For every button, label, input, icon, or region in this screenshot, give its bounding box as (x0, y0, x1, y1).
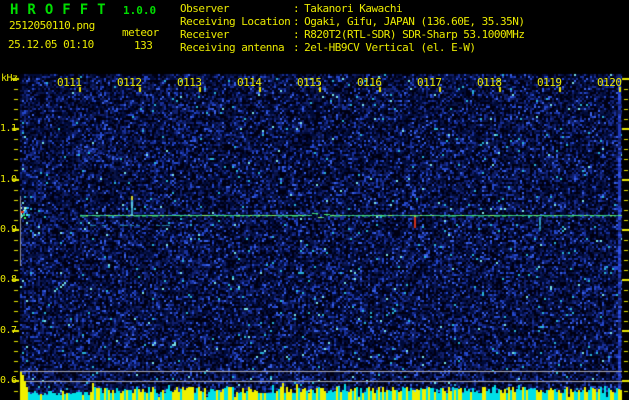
time-tick-label: 0117 (417, 76, 442, 89)
time-tick-label: 0114 (237, 76, 262, 89)
info-value: Takanori Kawachi (304, 2, 403, 15)
info-row: Receiving Location: Ogaki, Gifu, JAPAN (1… (180, 15, 525, 28)
time-tick-label: 0113 (177, 76, 202, 89)
info-row: Receiving antenna:2el-HB9CV Vertical (el… (180, 41, 525, 54)
info-label: Observer (180, 2, 229, 15)
freq-tick-label: 1.0 (0, 173, 17, 185)
info-label: Receiver (180, 28, 229, 41)
time-tick-label: 0115 (297, 76, 322, 89)
hrofft-output-screen: HROFFT 1.0.0 2512050110.png meteor 25.12… (0, 0, 629, 400)
info-value: R820T2(RTL-SDR) SDR-Sharp 53.1000MHz (304, 28, 525, 41)
info-label: Receiving Location (180, 15, 291, 28)
freq-tick-label: 1.1 (0, 123, 17, 135)
freq-axis-unit: kHz (1, 73, 18, 84)
time-tick-label: 0119 (537, 76, 562, 89)
station-info-block: Observer: Takanori Kawachi Receiving Locat… (180, 2, 525, 54)
freq-tick-label: 0.9 (0, 224, 17, 235)
info-label: Receiving antenna (180, 41, 285, 54)
app-version: 1.0.0 (123, 4, 157, 17)
info-row: Observer: Takanori Kawachi (180, 2, 525, 15)
time-tick-label: 0111 (57, 76, 82, 89)
echo-count: 133 (134, 39, 153, 52)
freq-tick-label: 0.6 (0, 375, 17, 387)
time-tick-label: 0112 (117, 76, 142, 89)
mode-label: meteor (122, 26, 159, 39)
info-row: Receiver: R820T2(RTL-SDR) SDR-Sharp 53.10… (180, 28, 525, 41)
app-logo: HROFFT (10, 2, 115, 18)
datetime-label: 25.12.05 01:10 (8, 38, 94, 51)
freq-tick-label: 0.7 (0, 324, 17, 336)
time-tick-label: 0118 (477, 76, 502, 89)
time-tick-label: 0120 (597, 76, 622, 89)
info-separator: : (293, 2, 300, 15)
time-tick-label: 0116 (357, 76, 382, 89)
info-separator: : (293, 41, 300, 54)
spectrogram-canvas (0, 0, 629, 400)
output-filename: 2512050110.png (9, 19, 95, 32)
freq-tick-label: 0.8 (0, 274, 17, 286)
info-value: Ogaki, Gifu, JAPAN (136.60E, 35.35N) (304, 15, 525, 28)
info-value: 2el-HB9CV Vertical (el. E-W) (304, 41, 476, 54)
info-separator: : (293, 28, 300, 41)
info-separator: : (293, 15, 300, 28)
